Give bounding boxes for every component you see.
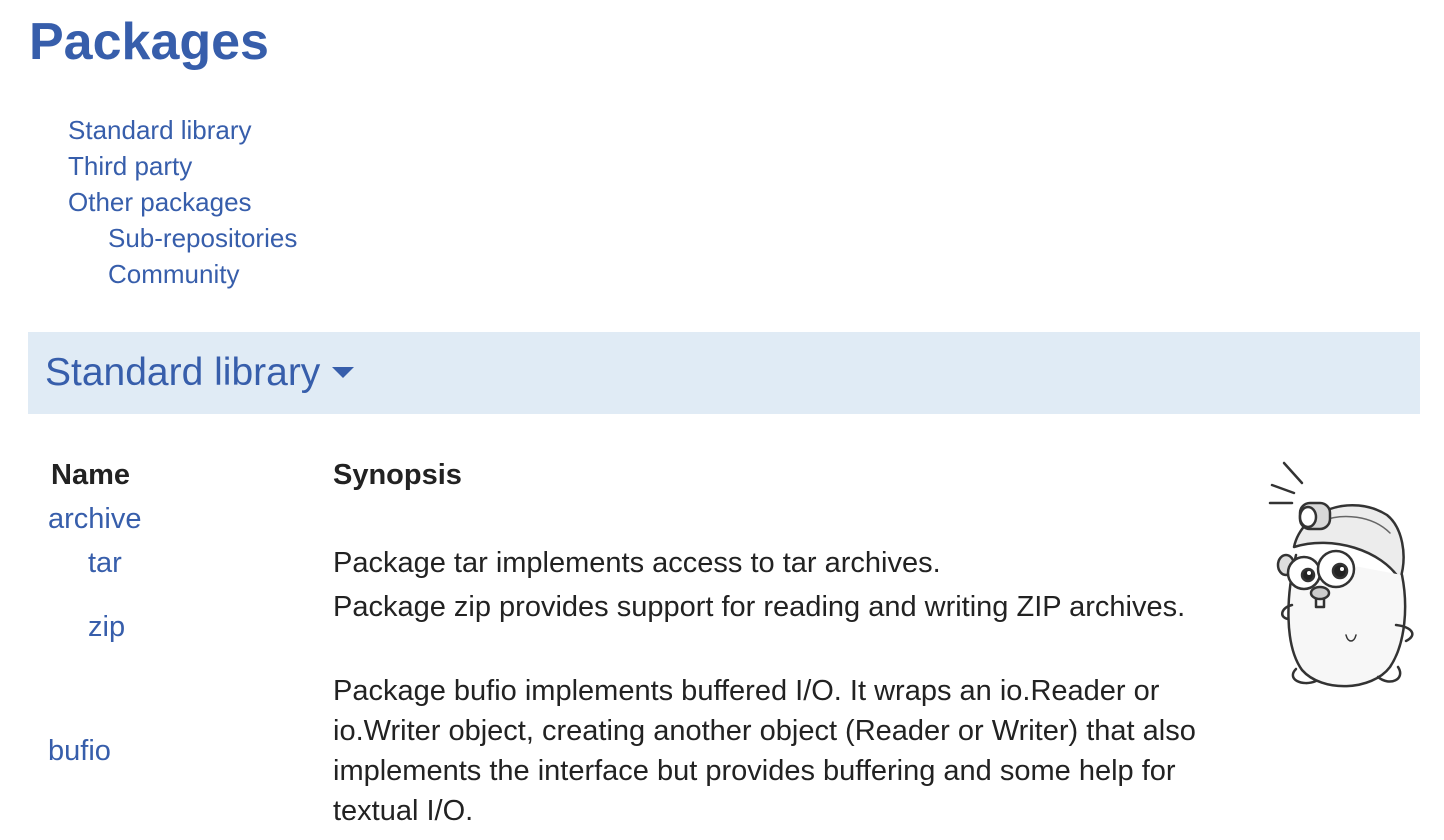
package-link-zip[interactable]: zip — [88, 607, 125, 647]
toc-link-standard-library[interactable]: Standard library — [68, 115, 252, 145]
page-title: Packages — [29, 13, 269, 71]
page: Packages Standard library Third party Ot… — [0, 0, 1444, 840]
package-synopsis-zip: Package zip provides support for reading… — [333, 591, 1186, 623]
caret-down-icon — [332, 367, 355, 379]
toc-item-third-party: Third party — [68, 148, 297, 184]
package-synopsis-tar: Package tar implements access to tar arc… — [333, 547, 941, 579]
package-synopsis-bufio: Package bufio implements buffered I/O. I… — [333, 675, 1196, 827]
toc-link-sub-repositories[interactable]: Sub-repositories — [108, 223, 297, 253]
toc-link-other-packages[interactable]: Other packages — [68, 187, 252, 217]
package-link-tar[interactable]: tar — [88, 543, 122, 583]
table-of-contents: Standard library Third party Other packa… — [68, 112, 297, 292]
package-link-archive[interactable]: archive — [48, 499, 142, 539]
gopher-miner-icon — [1268, 461, 1414, 688]
toc-item-standard-library: Standard library — [68, 112, 297, 148]
toc-item-sub-repositories: Sub-repositories — [68, 220, 297, 256]
toc-item-other-packages: Other packages — [68, 184, 297, 220]
toc-link-community[interactable]: Community — [108, 259, 239, 289]
package-link-bufio[interactable]: bufio — [48, 731, 111, 771]
section-title-label: Standard library — [45, 351, 321, 394]
standard-library-section-header: Standard library — [28, 332, 1420, 414]
column-header-name: Name — [51, 459, 130, 491]
toc-item-community: Community — [68, 256, 297, 292]
standard-library-toggle[interactable]: Standard library — [45, 350, 355, 396]
toc-link-third-party[interactable]: Third party — [68, 151, 192, 181]
column-header-synopsis: Synopsis — [333, 459, 462, 491]
